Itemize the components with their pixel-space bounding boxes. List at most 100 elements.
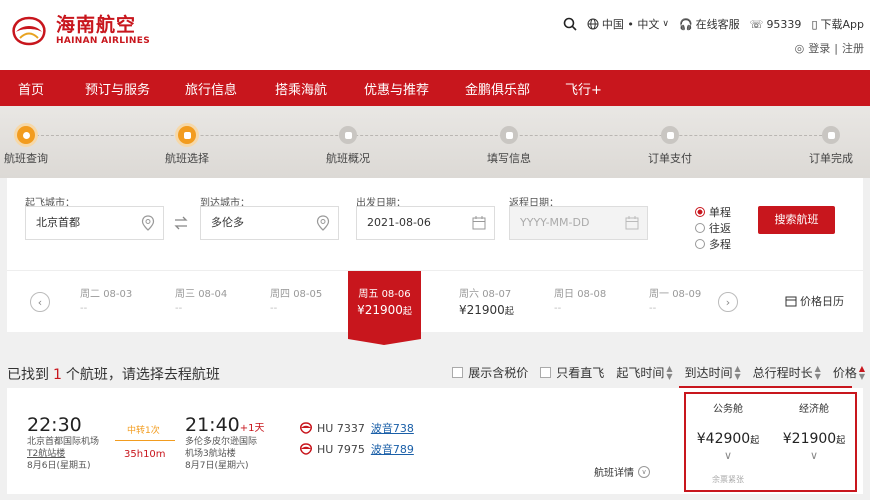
departure-terminal: T2航站楼	[27, 449, 66, 459]
step-overview-icon	[339, 126, 357, 144]
results-suffix: 个航班，请选择去程航班	[65, 367, 220, 383]
progress-line	[26, 135, 832, 136]
main-nav: 首页 预订与服务 旅行信息 搭乘海航 优惠与推荐 金鹏俱乐部 飞行+	[0, 70, 870, 106]
nav-home[interactable]: 首页	[18, 79, 44, 98]
tax-filter[interactable]: 展示含税价	[452, 364, 528, 381]
date-date: 08-05	[293, 289, 323, 300]
sort-price[interactable]: 价格 ▲ ▼	[833, 364, 865, 381]
date-day: 周四	[270, 289, 290, 300]
download-app-link[interactable]: ▯ 下载App	[811, 16, 864, 32]
divider: |	[834, 41, 838, 55]
date-day: 周五	[358, 289, 379, 300]
date-cell[interactable]: 周四 08-05 --	[270, 285, 322, 314]
search-icon[interactable]	[563, 17, 577, 31]
fare-class: 公务舱	[713, 404, 743, 415]
radio-checked[interactable]	[695, 207, 705, 217]
step-payment-icon	[661, 126, 679, 144]
sort-arrows-icon: ▲ ▼	[734, 363, 741, 381]
calendar-icon	[625, 216, 639, 230]
trip-multi[interactable]: 多程	[695, 236, 731, 252]
next-dates-button[interactable]: ›	[718, 292, 738, 312]
prev-dates-button[interactable]: ‹	[30, 292, 50, 312]
register-link[interactable]: 注册	[842, 40, 864, 56]
login-link[interactable]: 登录	[808, 40, 830, 56]
checkbox[interactable]	[452, 367, 464, 378]
sort-label: 价格	[832, 366, 857, 380]
region-label: 中国 • 中文	[601, 18, 660, 31]
phone-link[interactable]: ☏ 95339	[750, 18, 802, 31]
radio[interactable]	[695, 223, 705, 233]
sort-arrival[interactable]: 到达时间 ▲ ▼	[684, 364, 740, 381]
depart-date-input[interactable]: 2021-08-06	[356, 206, 495, 240]
stop-count[interactable]: 中转1次	[127, 423, 160, 436]
date-cell[interactable]: 周日 08-08 --	[554, 285, 606, 314]
sort-departure[interactable]: 起飞时间 ▲ ▼	[616, 364, 672, 381]
flight-card: 22:30 北京首都国际机场 T2航站楼 8月6日(星期五) 中转1次 35h1…	[7, 388, 863, 494]
sort-arrows-icon: ▲ ▼	[858, 363, 865, 381]
date-cell[interactable]: 周三 08-04 --	[175, 285, 227, 314]
trip-label: 往返	[709, 222, 731, 235]
return-date-placeholder: YYYY-MM-DD	[520, 216, 590, 229]
nav-booking[interactable]: 预订与服务	[85, 79, 150, 98]
fare-business[interactable]: 公务舱 ¥42900起 ∨ 余票紧张	[686, 394, 770, 490]
results-bar: 已找到 1 个航班，请选择去程航班 展示含税价 只看直飞 起飞时间 ▲ ▼ 到达时间 ▲ ▼…	[0, 358, 870, 386]
departure-date: 8月6日(星期五)	[27, 461, 91, 471]
fare-price: ¥42900	[696, 431, 751, 447]
chevron-down-icon: ∨	[662, 19, 669, 29]
aircraft-link[interactable]: 波音789	[371, 441, 414, 457]
date-cell[interactable]: 周六 08-07 ¥21900起	[459, 285, 514, 317]
nav-offers[interactable]: 优惠与推荐	[364, 79, 429, 98]
chevron-right-icon: ›	[725, 295, 731, 309]
date-price: --	[175, 303, 183, 314]
aircraft-link[interactable]: 波音738	[371, 420, 414, 436]
region-selector[interactable]: 中国 • 中文 ∨	[587, 16, 669, 32]
swap-cities-icon[interactable]	[173, 216, 189, 230]
from-city-value: 北京首都	[36, 216, 80, 229]
direct-filter[interactable]: 只看直飞	[540, 364, 604, 381]
radio[interactable]	[695, 239, 705, 249]
return-date-input[interactable]: YYYY-MM-DD	[509, 206, 648, 240]
mobile-icon: ▯	[811, 17, 818, 31]
sort-arrows-icon: ▲ ▼	[666, 363, 673, 381]
direct-label: 只看直飞	[556, 366, 605, 380]
nav-club[interactable]: 金鹏俱乐部	[465, 79, 530, 98]
nav-travel-info[interactable]: 旅行信息	[185, 79, 237, 98]
results-number: 1	[53, 367, 62, 383]
fare-economy[interactable]: 经济舱 ¥21900起 ∨	[772, 394, 856, 490]
chevron-left-icon: ‹	[37, 295, 43, 309]
account-links: ◎ 登录 | 注册	[791, 40, 864, 56]
location-pin-icon	[141, 215, 155, 231]
sort-label: 到达时间	[684, 366, 733, 380]
nav-fly-plus[interactable]: 飞行+	[565, 79, 602, 98]
date-date: 08-06	[381, 289, 411, 300]
sort-duration[interactable]: 总行程时长 ▲ ▼	[753, 364, 821, 381]
sort-label: 总行程时长	[752, 366, 813, 380]
flight-details-link[interactable]: 航班详情 ∨	[594, 464, 650, 479]
departure-time: 22:30	[27, 414, 82, 436]
to-city-input[interactable]: 多伦多	[200, 206, 339, 240]
brand-name-en: HAINAN AIRLINES	[56, 36, 150, 46]
date-cell[interactable]: 周一 08-09 --	[649, 285, 701, 314]
chevron-down-icon: ∨	[809, 449, 819, 462]
online-service-link[interactable]: 🎧 在线客服	[679, 16, 740, 32]
trip-one-way[interactable]: 单程	[695, 204, 731, 220]
route-line	[115, 440, 175, 441]
date-price: --	[649, 303, 657, 314]
price-calendar-link[interactable]: 价格日历	[785, 293, 844, 309]
flight-number: HU 7975	[317, 442, 365, 456]
trip-round[interactable]: 往返	[695, 220, 731, 236]
nav-fly-hainan[interactable]: 搭乘海航	[275, 79, 327, 98]
date-cell-selected[interactable]: 周五 08-06 ¥21900起	[348, 271, 421, 345]
date-date: 08-09	[672, 289, 702, 300]
price-unit: 起	[504, 307, 514, 317]
download-app-label: 下载App	[820, 18, 865, 31]
chevron-down-icon: ∨	[723, 449, 733, 462]
from-city-input[interactable]: 北京首都	[25, 206, 164, 240]
checkbox[interactable]	[540, 367, 552, 378]
airline-logo-icon	[300, 422, 312, 434]
results-prefix: 已找到	[7, 367, 49, 383]
logo[interactable]: 海南航空 HAINAN AIRLINES	[8, 14, 150, 48]
results-count: 已找到 1 个航班，请选择去程航班	[7, 364, 220, 384]
date-cell[interactable]: 周二 08-03 --	[80, 285, 132, 314]
search-flights-button[interactable]: 搜索航班	[758, 206, 835, 234]
